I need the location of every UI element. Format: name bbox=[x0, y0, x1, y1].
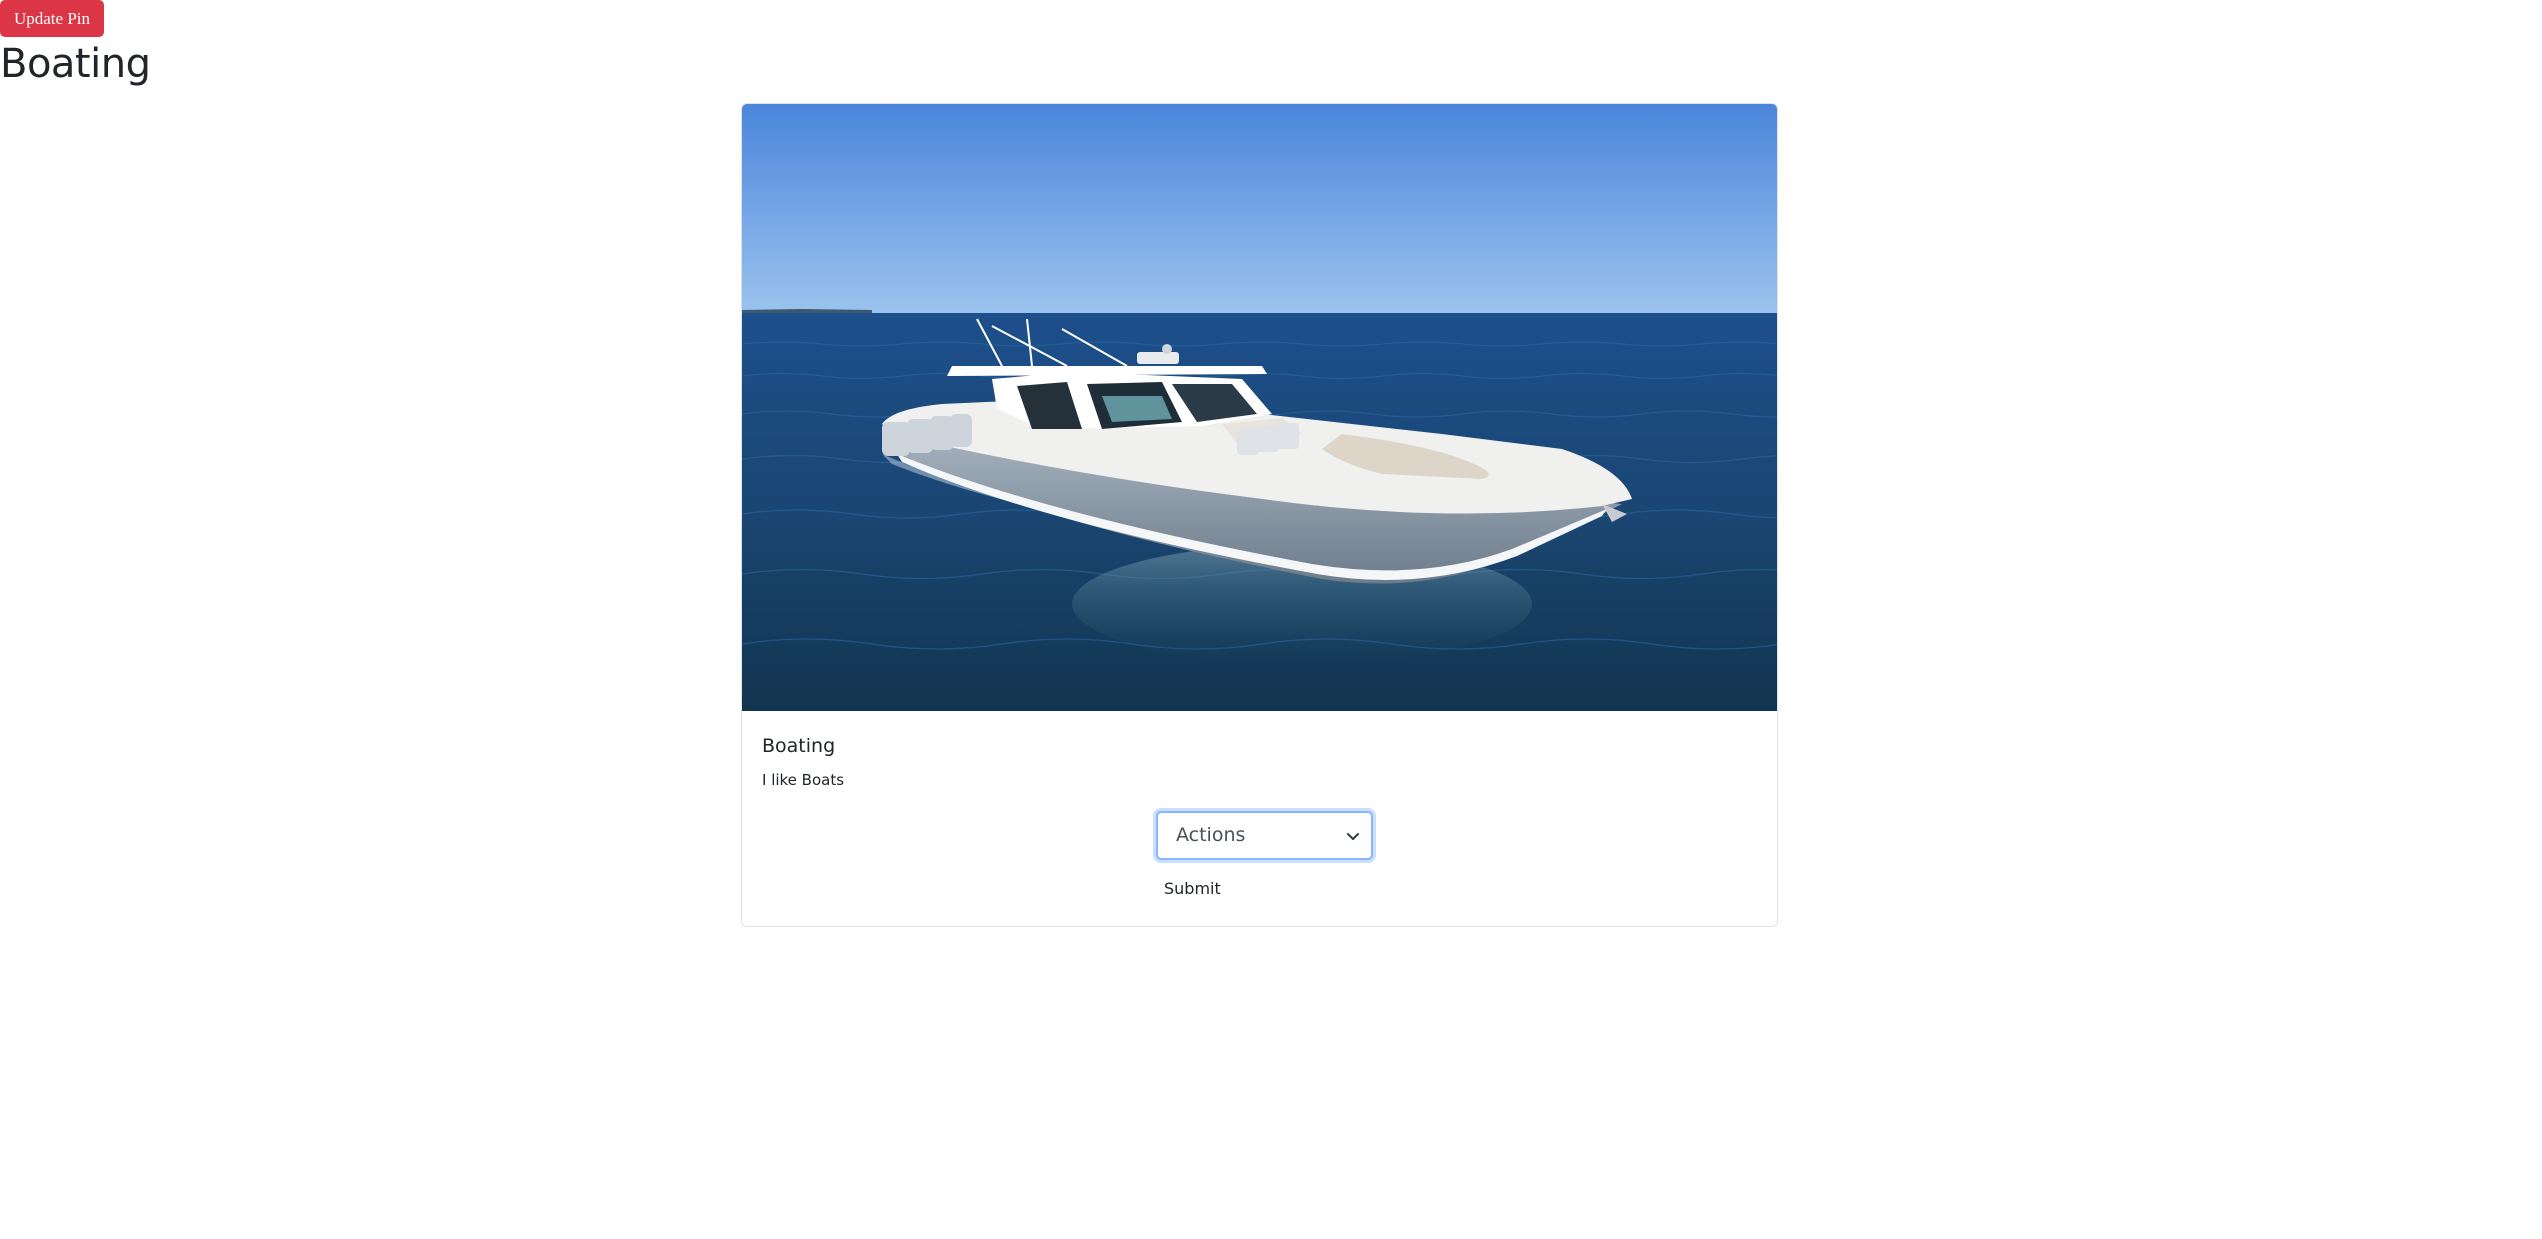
card-title: Boating bbox=[762, 735, 836, 757]
actions-select[interactable]: Actions bbox=[1156, 811, 1373, 860]
submit-button[interactable]: Submit bbox=[1164, 877, 1221, 901]
chevron-down-icon bbox=[1347, 832, 1359, 840]
actions-select-value: Actions bbox=[1176, 824, 1246, 846]
update-pin-button[interactable]: Update Pin bbox=[0, 0, 104, 37]
page-title: Boating bbox=[0, 41, 151, 87]
boat-image bbox=[742, 104, 1777, 711]
card-description: I like Boats bbox=[762, 771, 845, 789]
pin-card: Boating I like Boats Actions Submit bbox=[741, 103, 1778, 927]
